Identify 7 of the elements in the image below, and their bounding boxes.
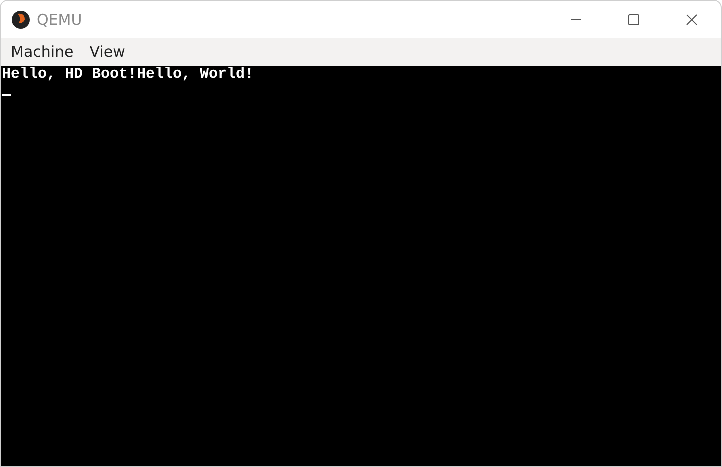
close-icon	[686, 14, 698, 26]
menu-item[interactable]: Machine	[3, 43, 82, 61]
maximize-icon	[628, 14, 640, 26]
window-title: QEMU	[37, 10, 84, 28]
menu-item[interactable]: View	[82, 43, 134, 61]
app-logo-icon	[11, 10, 31, 30]
console-text: Hello, HD Boot!Hello, World!	[2, 67, 254, 83]
